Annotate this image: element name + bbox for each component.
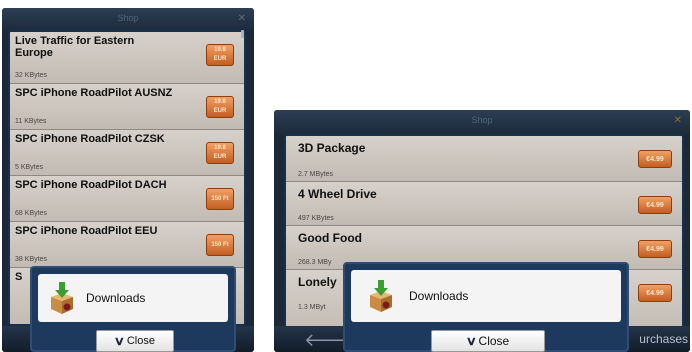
close-button[interactable]: ∨ Close	[96, 330, 174, 352]
price-button[interactable]: €4.99	[638, 240, 672, 258]
close-icon[interactable]: ✕	[674, 115, 682, 126]
price-button[interactable]: 150 Ft	[206, 234, 234, 256]
item-size: 497 KBytes	[298, 215, 334, 222]
page-title: Shop	[471, 115, 493, 125]
item-name: SPC iPhone RoadPilot DACH	[15, 179, 167, 191]
page-title: Shop	[117, 13, 139, 23]
downloads-option[interactable]: Downloads	[38, 274, 228, 322]
item-name: Lonely	[298, 275, 337, 289]
item-size: 1.3 MByt	[298, 304, 326, 311]
item-name: SPC iPhone RoadPilot AUSNZ	[15, 87, 173, 99]
downloads-dialog: Downloads ∨ Close	[343, 262, 629, 352]
price-button[interactable]: 150 Ft	[206, 188, 234, 210]
item-name: S	[15, 271, 23, 283]
purchases-button[interactable]: urchases	[639, 332, 688, 346]
close-button[interactable]: ∨ Close	[431, 330, 545, 352]
item-size: 38 KBytes	[15, 256, 47, 263]
download-box-icon	[370, 280, 392, 312]
scrollbar[interactable]	[241, 30, 244, 38]
downloads-label: Downloads	[86, 291, 146, 305]
item-size: 268.3 MBy	[298, 259, 332, 266]
item-size: 68 KBytes	[15, 210, 47, 217]
downloads-dialog: Downloads ∨ Close	[30, 266, 236, 352]
list-item[interactable]: 4 Wheel Drive 497 KBytes €4.99	[286, 182, 682, 226]
item-name: Live Traffic for Eastern Europe	[15, 35, 135, 59]
price-button[interactable]: 19.8 EUR	[206, 44, 234, 66]
title-bar: Shop ✕	[2, 8, 254, 32]
list-item[interactable]: SPC iPhone RoadPilot CZSK 5 KBytes 19.8 …	[10, 130, 244, 176]
item-size: 11 KBytes	[15, 118, 47, 125]
price-button[interactable]: 19.8 EUR	[206, 96, 234, 118]
item-name: SPC iPhone RoadPilot CZSK	[15, 133, 165, 145]
list-item[interactable]: SPC iPhone RoadPilot EEU 38 KBytes 150 F…	[10, 222, 244, 268]
item-name: 3D Package	[298, 141, 366, 155]
item-size: 2.7 MBytes	[298, 171, 334, 178]
left-screen: Shop ✕ Live Traffic for Eastern Europe 3…	[2, 8, 254, 352]
list-item[interactable]: SPC iPhone RoadPilot AUSNZ 11 KBytes 19.…	[10, 84, 244, 130]
downloads-label: Downloads	[409, 289, 469, 303]
download-box-icon	[51, 282, 73, 314]
chevron-down-icon: ∨	[113, 334, 126, 348]
list-item[interactable]: SPC iPhone RoadPilot DACH 68 KBytes 150 …	[10, 176, 244, 222]
price-button[interactable]: €4.99	[638, 196, 672, 214]
chevron-down-icon: ∨	[465, 334, 477, 348]
list-item[interactable]: Live Traffic for Eastern Europe 32 KByte…	[10, 32, 244, 84]
item-size: 32 KBytes	[15, 72, 47, 79]
item-name: 4 Wheel Drive	[298, 187, 377, 201]
item-name: Good Food	[298, 231, 362, 245]
close-icon[interactable]: ✕	[238, 13, 246, 24]
title-bar: Shop ✕	[274, 110, 690, 134]
item-name: SPC iPhone RoadPilot EEU	[15, 225, 158, 237]
price-button[interactable]: €4.99	[638, 150, 672, 168]
list-item[interactable]: 3D Package 2.7 MBytes €4.99	[286, 136, 682, 182]
price-button[interactable]: 19.8 EUR	[206, 142, 234, 164]
price-button[interactable]: €4.99	[638, 284, 672, 302]
item-size: 5 KBytes	[15, 164, 44, 171]
right-screen: Shop ✕ 3D Package 2.7 MBytes €4.99 4 Whe…	[274, 110, 690, 352]
downloads-option[interactable]: Downloads	[351, 270, 621, 322]
